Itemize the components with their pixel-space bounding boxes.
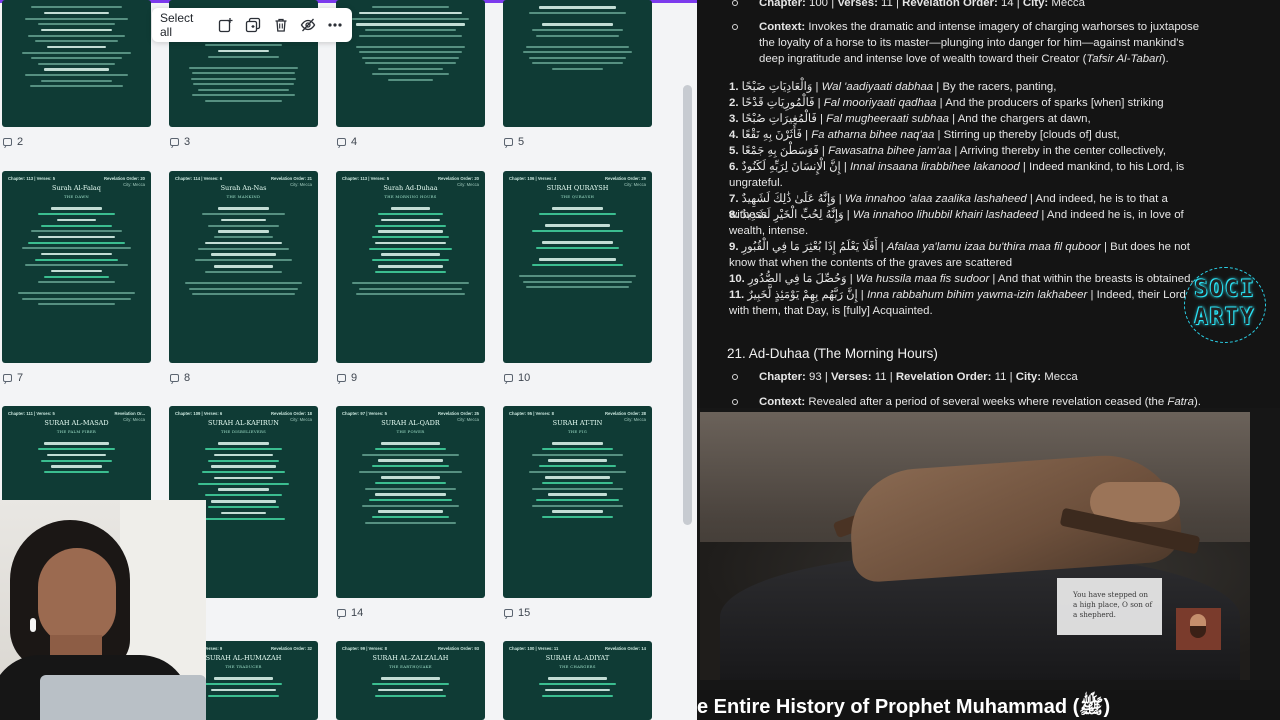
slide-number: 9 [337, 372, 357, 384]
context-paragraph: Context: Revealed after a period of seve… [732, 394, 1229, 408]
slide-title: SURAH AL-MASAD THE PALM FIBER [44, 419, 109, 435]
slide-header: Chapter: 114 | Verses: 6 Revelation Order… [175, 176, 312, 187]
slide-title: Surah Al-Falaq THE DAWN [52, 184, 101, 200]
quote-caption: You have stepped on a high place, O son … [1057, 578, 1162, 635]
verse-line: 3. فَالْمُغِيرَاتِ صُبْحًا | Fal mugheer… [729, 113, 1091, 125]
chapter-info-line: Chapter: 93 | Verses: 11 | Revelation Or… [732, 369, 1189, 385]
selection-toolbar: Select all [152, 8, 352, 42]
slide-number: 14 [337, 607, 363, 619]
bullet-icon [732, 374, 738, 380]
slide-thumbnail[interactable]: Chapter: 114 | Verses: 6 Revelation Order… [169, 171, 318, 363]
slide-number: 10 [504, 372, 530, 384]
slide-number: 8 [170, 372, 190, 384]
hide-icon[interactable] [299, 16, 316, 34]
verse-line: 6. إِنَّ الْإِنسَانَ لِرَبِّهِ لَكَنُودٌ… [729, 161, 1185, 189]
verse-line: 1. وَالْعَادِيَاتِ ضَبْحًا | Wal 'aadiya… [729, 81, 1057, 93]
slide-title: SURAH AL-KAFIRUN THE DISBELIEVERS [208, 419, 279, 435]
slide-title: SURAH AL-QADR THE POWER [381, 419, 440, 435]
select-all-button[interactable]: Select all [160, 11, 207, 39]
video-frame[interactable]: You have stepped on a high place, O son … [700, 412, 1250, 680]
slide-title: Surah Ad-Duhaa THE MORNING HOURS [383, 184, 438, 200]
add-icon[interactable] [217, 16, 234, 34]
slide-title: SURAH AL-ZALZALAH THE EARTHQUAKE [372, 654, 449, 670]
comment-icon [337, 609, 346, 617]
verse-line: 10. وَحُصِّلَ مَا فِي الصُّدُورِ | Wa hu… [729, 273, 1194, 285]
more-icon[interactable] [327, 16, 344, 34]
laptop [40, 675, 206, 720]
channel-logo: SOCI ARTY [1180, 265, 1270, 345]
comment-icon [504, 374, 513, 382]
verse-line: 8. وَإِنَّهُ لِحُبِّ الْخَيْرِ لَشَدِيدٌ… [729, 209, 1184, 237]
verse-line: 5. فَوَسَطْنَ بِهِ جَمْعًا | Fawasatna b… [729, 145, 1167, 157]
bullet-icon [732, 24, 738, 30]
section-heading: 21. Ad-Duhaa (The Morning Hours) [727, 346, 938, 361]
slide-number: 5 [504, 136, 524, 148]
slide-thumbnail[interactable]: Chapter: 113 | Verses: 5 Revelation Order… [336, 171, 485, 363]
slide-header: Chapter: 99 | Verses: 8 Revelation Order:… [342, 646, 479, 651]
slide-thumbnail[interactable]: Chapter: 100 | Verses: 11 Revelation Orde… [503, 641, 652, 720]
duplicate-icon[interactable] [244, 16, 261, 34]
comment-icon [170, 138, 179, 146]
slide-title: SURAH AT-TIN THE FIG [552, 419, 603, 435]
comment-icon [170, 374, 179, 382]
slide-number: 7 [3, 372, 23, 384]
bullet-icon [732, 0, 738, 6]
slide-thumbnail[interactable]: Chapter: 97 | Verses: 5 Revelation Order:… [336, 406, 485, 598]
comment-icon [3, 138, 12, 146]
slide-header: Chapter: 111 | Verses: 5 Revelation Or...… [8, 411, 145, 422]
comment-icon [504, 138, 513, 146]
slide-thumbnail[interactable]: Chapter: 95 | Verses: 8 Revelation Order:… [503, 406, 652, 598]
slide-header: Chapter: 109 | Verses: 6 Revelation Order… [175, 411, 312, 422]
slide-header: Chapter: 113 | Verses: 5 Revelation Order… [342, 176, 479, 187]
slide-number: 3 [170, 136, 190, 148]
webcam-overlay [0, 500, 206, 720]
comment-icon [337, 138, 346, 146]
verse-line: 4. فَأَثَرْنَ بِهِ نَقْعًا | Fa atharna … [729, 129, 1120, 141]
comment-icon [3, 374, 12, 382]
slide-title: SURAH AL-ADIYAT THE CHARGERS [545, 654, 610, 670]
video-title: e Entire History of Prophet Muhammad (ﷺ) [697, 690, 1280, 720]
verse-line: 9. أَفَلَا يَعْلَمُ إِذَا بُعْثِرَ مَا ف… [729, 241, 1190, 269]
slide-title: SURAH QURAYSH THE QURAYSH [546, 184, 609, 200]
slide-number: 2 [3, 136, 23, 148]
verse-line: 11. إِنَّ رَبَّهُم بِهِمْ يَوْمَئِذٍ لَّ… [729, 289, 1186, 317]
chapter-info-line: Chapter: 100 | Verses: 11 | Revelation O… [732, 0, 1189, 11]
slide-thumbnail[interactable]: Chapter: 113 | Verses: 5 Revelation Order… [2, 171, 151, 363]
slide-header: Chapter: 95 | Verses: 8 Revelation Order:… [509, 411, 646, 422]
slide-number: 15 [504, 607, 530, 619]
verse-line: 2. فَالْمُورِيَاتِ قَدْحًا | Fal mooriya… [729, 97, 1164, 109]
slide-header: Chapter: 106 | Verses: 4 Revelation Order… [509, 176, 646, 187]
document-view: Chapter: 100 | Verses: 11 | Revelation O… [697, 0, 1280, 408]
slide-thumbnail[interactable] [336, 0, 485, 127]
slide-title: Surah An-Nas THE MANKIND [220, 184, 267, 200]
slide-thumbnail[interactable]: Chapter: 99 | Verses: 8 Revelation Order:… [336, 641, 485, 720]
comment-icon [337, 374, 346, 382]
bullet-icon [732, 399, 738, 405]
slide-thumbnail[interactable] [2, 0, 151, 127]
slide-header: Chapter: 113 | Verses: 5 Revelation Order… [8, 176, 145, 187]
scrollbar-thumb[interactable] [683, 85, 692, 525]
slide-thumbnail[interactable] [503, 0, 652, 127]
trash-icon[interactable] [272, 16, 289, 34]
comment-icon [504, 609, 513, 617]
context-paragraph: Context: Invokes the dramatic and intens… [732, 19, 1209, 67]
narrator-avatar [1176, 608, 1221, 650]
slide-number: 4 [337, 136, 357, 148]
slide-header: Chapter: 100 | Verses: 11 Revelation Orde… [509, 646, 646, 651]
slide-thumbnail[interactable]: Chapter: 106 | Verses: 4 Revelation Order… [503, 171, 652, 363]
slide-header: Chapter: 97 | Verses: 5 Revelation Order:… [342, 411, 479, 422]
